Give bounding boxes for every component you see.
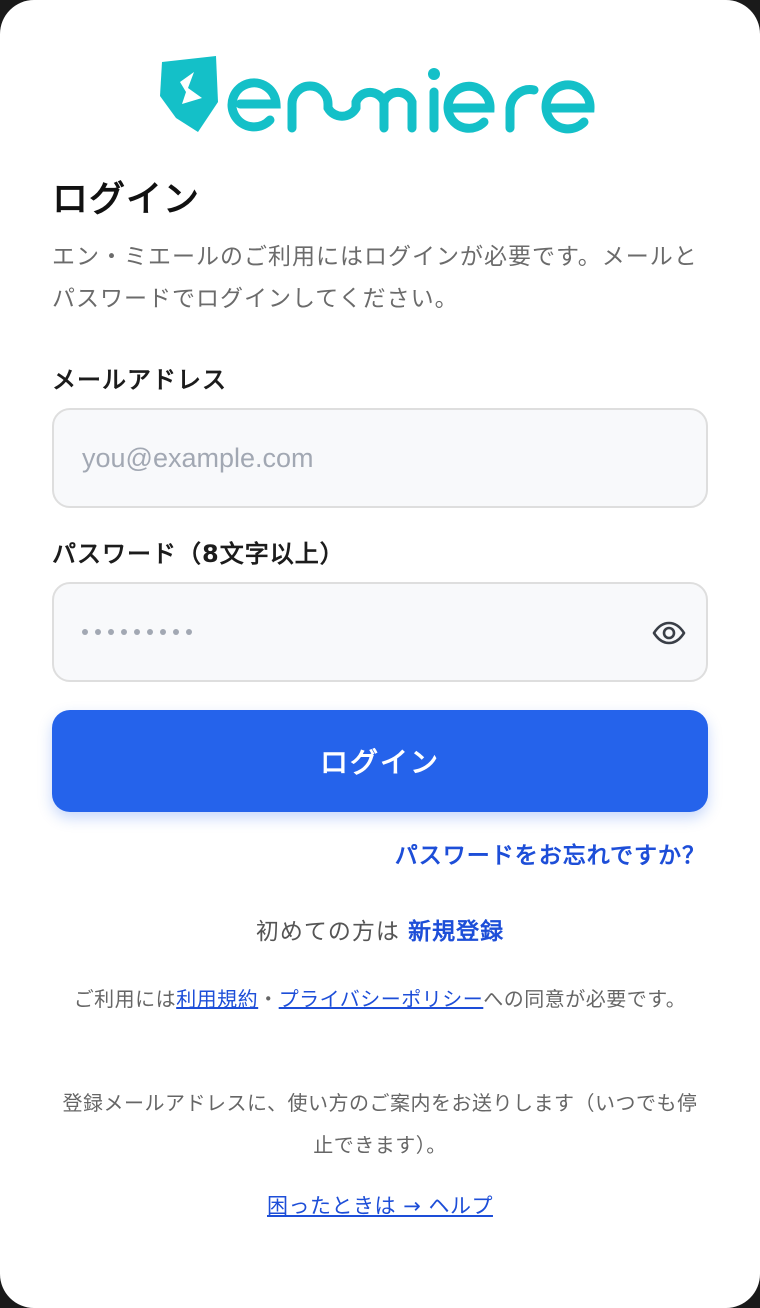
enmiere-logo-icon: [160, 56, 595, 134]
password-label: パスワード（8文字以上）: [52, 540, 345, 568]
terms-link[interactable]: 利用規約: [176, 987, 258, 1011]
password-mask-dot: [121, 629, 127, 635]
help-section: 困ったときは → ヘルプ: [0, 1190, 760, 1220]
login-button[interactable]: ログイン: [52, 710, 708, 812]
terms-separator: ・: [258, 987, 279, 1011]
password-mask-dot: [173, 629, 179, 635]
email-input[interactable]: [82, 410, 642, 506]
password-mask-dot: [186, 629, 192, 635]
page-title: ログイン: [52, 179, 201, 220]
signup-prompt: 初めての方は 新規登録: [0, 912, 760, 946]
terms-prefix: ご利用には: [73, 987, 177, 1011]
brand-logo: enmiere: [158, 52, 602, 136]
password-mask-dot: [95, 629, 101, 635]
password-mask-dot: [134, 629, 140, 635]
terms-consent-text: ご利用には利用規約・プライバシーポリシーへの同意が必要です。: [56, 978, 704, 1020]
password-mask-dot: [82, 629, 88, 635]
password-field[interactable]: [52, 582, 708, 682]
password-masked-value: [82, 620, 192, 644]
page-subtitle: エン・ミエールのご利用にはログインが必要です。メールとパスワードでログインしてく…: [52, 244, 698, 312]
forgot-password-link[interactable]: パスワードをお忘れですか？: [395, 836, 706, 870]
signup-prefix: 初めての方は: [255, 919, 400, 945]
email-label: メールアドレス: [52, 366, 227, 394]
password-mask-dot: [147, 629, 153, 635]
help-link[interactable]: 困ったときは → ヘルプ: [267, 1194, 493, 1218]
email-usage-notice: 登録メールアドレスに、使い方のご案内をお送りします（いつでも停止できます）。: [62, 1091, 698, 1157]
signup-link[interactable]: 新規登録: [408, 919, 504, 945]
login-card: enmiere ログイン エン・: [0, 0, 760, 1308]
show-password-toggle[interactable]: [650, 614, 688, 652]
eye-icon: [652, 621, 686, 645]
privacy-policy-link[interactable]: プライバシーポリシー: [279, 987, 484, 1011]
password-mask-dot: [160, 629, 166, 635]
email-field-container: [52, 408, 708, 508]
password-mask-dot: [108, 629, 114, 635]
terms-suffix: への同意が必要です。: [483, 987, 687, 1011]
